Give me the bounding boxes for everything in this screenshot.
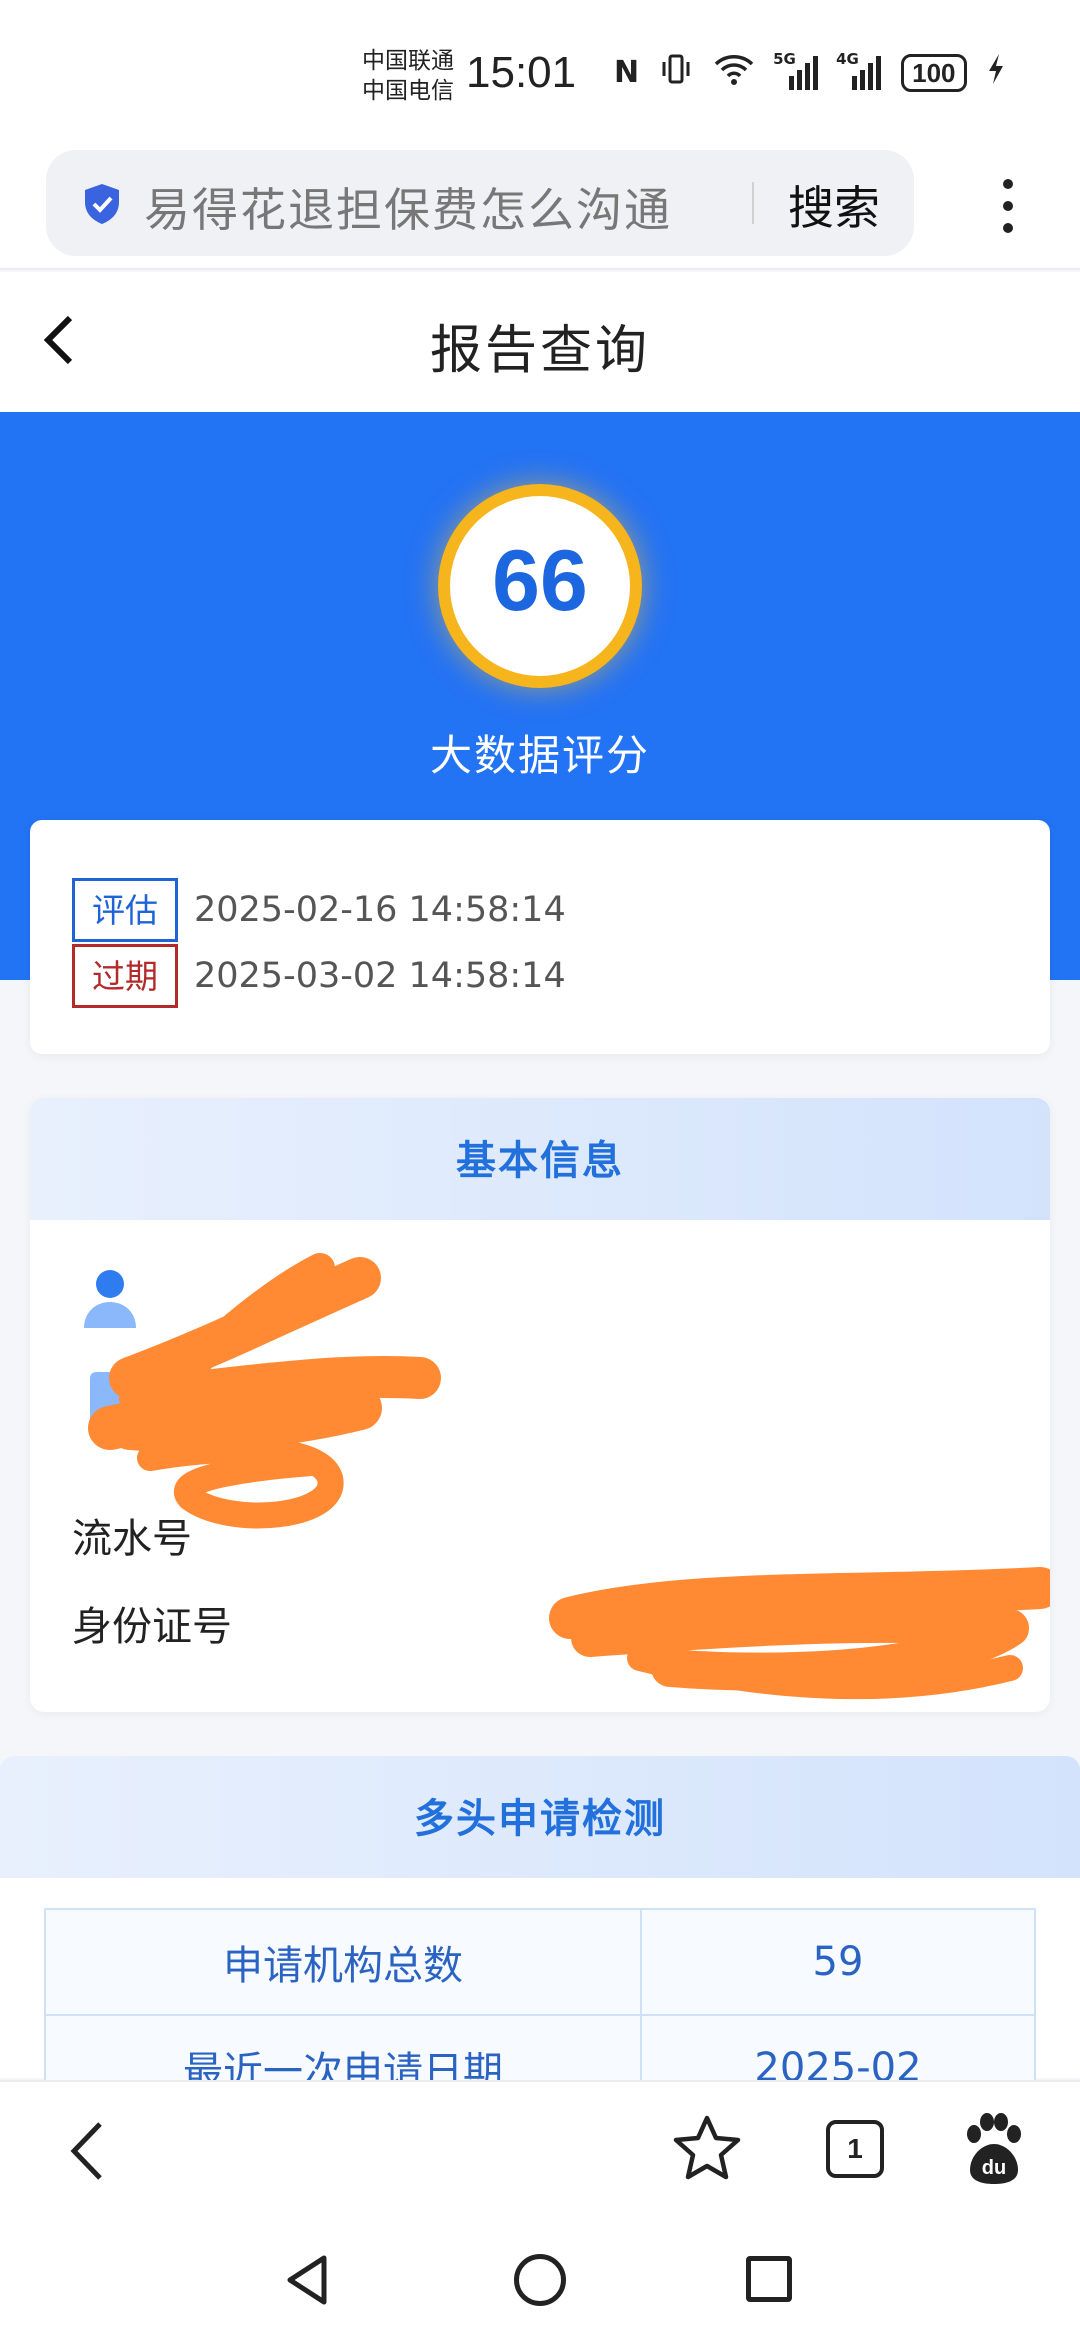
expiry-tag: 过期	[72, 944, 178, 1008]
tabs-count-icon[interactable]: 1	[826, 2120, 884, 2178]
shield-icon	[85, 184, 119, 224]
system-navigation-bar	[0, 2220, 1080, 2340]
expiry-date-row: 过期 2025-03-02 14:58:14	[72, 944, 566, 1008]
id-number-label: 身份证号	[72, 1604, 232, 1650]
score-label: 大数据评分	[429, 731, 650, 780]
score-value: 66	[492, 533, 588, 629]
redaction-scribble-name	[88, 1253, 441, 1529]
table-row: 申请机构总数 59	[44, 1908, 1036, 2016]
table-cell-value: 59	[640, 1908, 1036, 2016]
nfc-icon: N	[614, 55, 640, 90]
system-recents-icon[interactable]	[746, 2256, 792, 2302]
expiry-date: 2025-03-02 14:58:14	[194, 956, 566, 996]
redaction-scribble-id	[549, 1567, 1050, 1700]
basic-info-title: 基本信息	[456, 1138, 624, 1184]
score-ring: 66	[438, 484, 642, 688]
multi-apply-title: 多头申请检测	[414, 1796, 666, 1842]
page-title: 报告查询	[429, 321, 650, 381]
status-bar: 中国联通 中国电信 15:01 N 5G 4G 100	[0, 0, 1080, 150]
favorite-star-icon[interactable]	[670, 2112, 744, 2186]
search-input[interactable]: 易得花退担保费怎么沟通 搜索	[46, 150, 914, 256]
table-cell-key: 申请机构总数	[44, 1908, 642, 2016]
evaluation-date-row: 评估 2025-02-16 14:58:14	[72, 878, 566, 942]
browser-search-row: 易得花退担保费怎么沟通 搜索	[0, 150, 1080, 270]
evaluation-tag: 评估	[72, 878, 178, 942]
network-4g-label: 4G	[836, 49, 859, 68]
vibrate-icon	[659, 52, 693, 93]
clock: 15:01	[466, 48, 577, 97]
page-header: 报告查询	[0, 272, 1080, 412]
search-query: 易得花退担保费怎么沟通	[144, 183, 672, 237]
wifi-icon	[713, 52, 755, 93]
evaluation-date: 2025-02-16 14:58:14	[194, 890, 566, 930]
browser-toolbar: 1 du	[0, 2080, 1080, 2220]
report-date-card: 评估 2025-02-16 14:58:14 过期 2025-03-02 14:…	[30, 820, 1050, 1054]
signal-5g-icon: 5G	[773, 50, 819, 90]
baidu-paw-icon[interactable]: du	[960, 2112, 1026, 2186]
system-home-icon[interactable]	[514, 2254, 566, 2306]
network-5g-label: 5G	[773, 49, 796, 68]
browser-back-icon[interactable]	[60, 2116, 120, 2186]
more-options-icon[interactable]	[996, 174, 1020, 240]
status-icons: N 5G 4G 100	[614, 50, 1005, 93]
carrier-2: 中国电信	[362, 78, 454, 104]
search-button[interactable]: 搜索	[788, 172, 880, 238]
basic-info-card: 基本信息 13 流水号 身份证号	[30, 1098, 1050, 1712]
charging-icon	[987, 52, 1005, 93]
carrier-1: 中国联通	[362, 48, 454, 74]
system-back-icon[interactable]	[282, 2252, 332, 2308]
multi-apply-header: 多头申请检测	[0, 1756, 1080, 1878]
multi-apply-body: 申请机构总数 59 最近一次申请日期 2025-02	[0, 1878, 1080, 2122]
search-divider	[752, 182, 754, 224]
signal-4g-icon: 4G	[836, 50, 882, 90]
svg-text:du: du	[982, 2157, 1006, 2179]
battery-indicator: 100	[901, 53, 967, 92]
carrier-labels: 中国联通 中国电信	[362, 46, 454, 106]
